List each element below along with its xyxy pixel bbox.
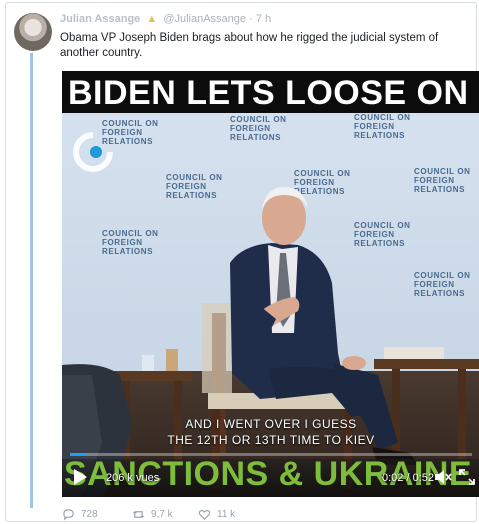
video-time: 0:02 / 0:52	[382, 472, 434, 484]
tweet-text: Obama VP Joseph Biden brags about how he…	[60, 32, 439, 59]
author-name[interactable]: Julian Assange	[60, 13, 140, 25]
retweet-button[interactable]: 9,7 k	[132, 508, 173, 521]
subtitle-line-1: AND I WENT OVER I GUESS	[185, 417, 357, 431]
fullscreen-icon[interactable]	[458, 468, 476, 486]
avatar[interactable]	[14, 13, 52, 51]
video-banner-title: BIDEN LETS LOOSE ON	[62, 71, 479, 113]
retweet-count: 9,7 k	[151, 509, 173, 520]
separator: ·	[249, 13, 256, 25]
reply-button[interactable]: 728	[62, 508, 98, 521]
like-button[interactable]: 11 k	[198, 508, 235, 521]
tweet-header: Julian Assange ▲ @JulianAssange · 7 h	[60, 13, 271, 25]
play-icon[interactable]	[74, 469, 87, 485]
author-handle[interactable]: @JulianAssange	[163, 13, 246, 25]
volume-muted-icon[interactable]	[434, 469, 452, 485]
reply-count: 728	[81, 509, 98, 520]
emoji-icon: ▲	[146, 13, 158, 25]
tweet-age[interactable]: 7 h	[256, 13, 271, 25]
video-controls: 206 k vues 0:02 / 0:52	[62, 463, 479, 493]
heart-icon	[198, 509, 211, 520]
thread-line	[30, 53, 33, 508]
video-progress-fill	[70, 453, 87, 456]
view-count: 206 k vues	[106, 472, 160, 484]
reply-icon	[63, 509, 74, 521]
video-player[interactable]: COUNCIL ON FOREIGN RELATIONS COUNCIL ON …	[62, 71, 479, 497]
tweet-card: Julian Assange ▲ @JulianAssange · 7 h Ob…	[5, 2, 479, 522]
retweet-icon	[132, 510, 145, 519]
video-progress-bar[interactable]	[70, 453, 472, 456]
like-count: 11 k	[217, 509, 236, 520]
subtitle-line-2: THE 12TH OR 13TH TIME TO KIEV	[167, 433, 375, 447]
